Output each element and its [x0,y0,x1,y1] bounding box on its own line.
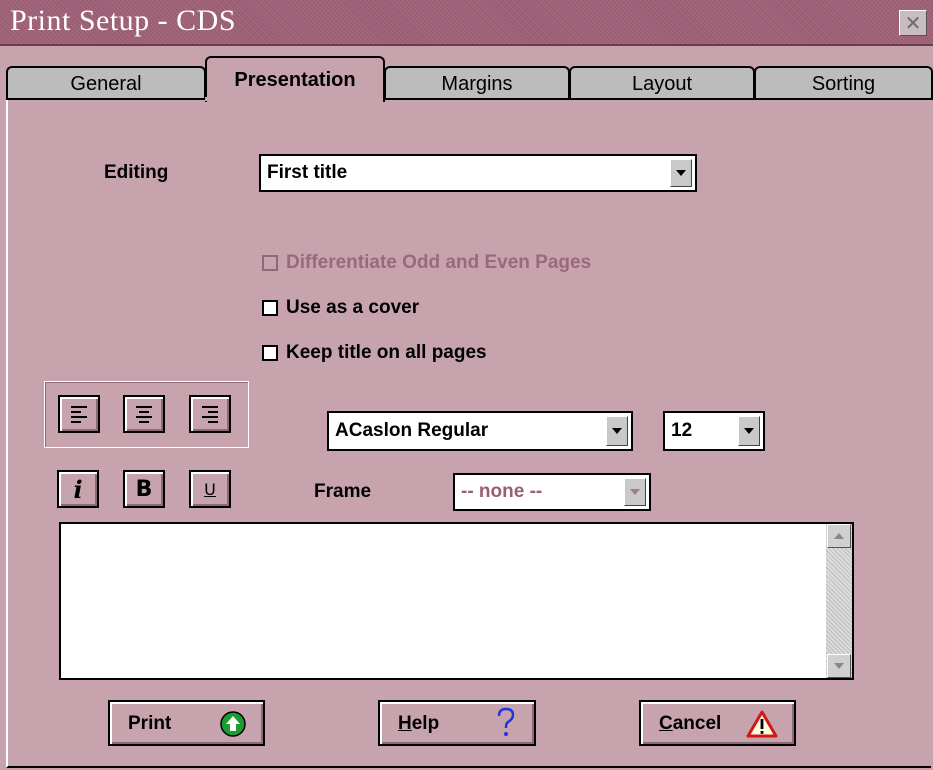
close-button[interactable]: ✕ [899,10,927,36]
window-title: Print Setup - CDS [10,4,237,37]
bold-button[interactable]: B [123,470,165,508]
align-left-icon [71,405,87,423]
help-button-label: Help [398,713,440,734]
tab-divider [6,98,933,100]
italic-icon: i [73,474,83,504]
align-left-button[interactable] [58,395,100,433]
print-button[interactable]: Print [108,700,265,746]
differentiate-pages-label: Differentiate Odd and Even Pages [286,252,592,273]
cancel-button-label: Cancel [659,713,722,734]
chevron-down-icon [630,489,640,495]
close-icon: ✕ [904,11,922,35]
tab-presentation[interactable]: Presentation [205,56,385,102]
scroll-up-button[interactable] [827,524,851,548]
italic-button[interactable]: i [57,470,99,508]
bold-icon: B [135,476,153,502]
print-button-label: Print [128,713,172,734]
font-select[interactable]: ACaslon Regular [327,411,633,451]
frame-dropdown-button[interactable] [624,478,646,506]
question-mark-icon [497,707,515,736]
editing-dropdown-button[interactable] [670,159,692,187]
chevron-down-icon [676,170,686,176]
editing-select-value: First title [267,162,348,183]
frame-label: Frame [314,481,372,502]
title-bar[interactable]: Print Setup - CDS ✕ [0,0,933,46]
use-as-cover-label: Use as a cover [286,297,420,318]
use-as-cover-checkbox[interactable]: Use as a cover [262,297,419,319]
tab-sorting[interactable]: Sorting [754,66,933,100]
align-right-icon [202,405,218,423]
tab-margins[interactable]: Margins [384,66,570,100]
font-dropdown-button[interactable] [606,416,628,446]
cancel-button[interactable]: Cancel [639,700,796,746]
align-center-button[interactable] [123,395,165,433]
chevron-down-icon [744,428,754,434]
font-size-select[interactable]: 12 [663,411,765,451]
font-size-dropdown-button[interactable] [738,416,760,446]
font-select-value: ACaslon Regular [335,420,489,441]
tab-general[interactable]: General [6,66,206,100]
scroll-up-icon [834,533,844,539]
chevron-down-icon [612,428,622,434]
checkbox-box [262,345,278,361]
align-center-icon [136,405,152,423]
frame-select-value: -- none -- [461,481,543,502]
align-right-button[interactable] [189,395,231,433]
tab-layout[interactable]: Layout [569,66,755,100]
keep-title-label: Keep title on all pages [286,342,487,363]
editing-label: Editing [104,162,169,183]
checkbox-box [262,255,278,271]
keep-title-checkbox[interactable]: Keep title on all pages [262,342,487,364]
help-button[interactable]: Help [378,700,536,746]
tab-strip: General Presentation Margins Layout Sort… [6,56,933,102]
checkbox-box [262,300,278,316]
print-setup-window: Print Setup - CDS ✕ General Presentation… [0,0,933,770]
differentiate-pages-checkbox[interactable]: Differentiate Odd and Even Pages [262,252,591,274]
scroll-down-icon [834,663,844,669]
title-text-area[interactable] [59,522,854,680]
editing-select[interactable]: First title [259,154,697,192]
font-size-value: 12 [671,420,693,441]
underline-button[interactable]: U [189,470,231,508]
scroll-down-button[interactable] [827,654,851,678]
underline-icon: U [204,479,216,499]
green-up-arrow-icon [220,711,246,737]
frame-select[interactable]: -- none -- [453,473,651,511]
warning-triangle-icon [746,710,778,738]
text-area-scrollbar[interactable] [826,524,852,678]
